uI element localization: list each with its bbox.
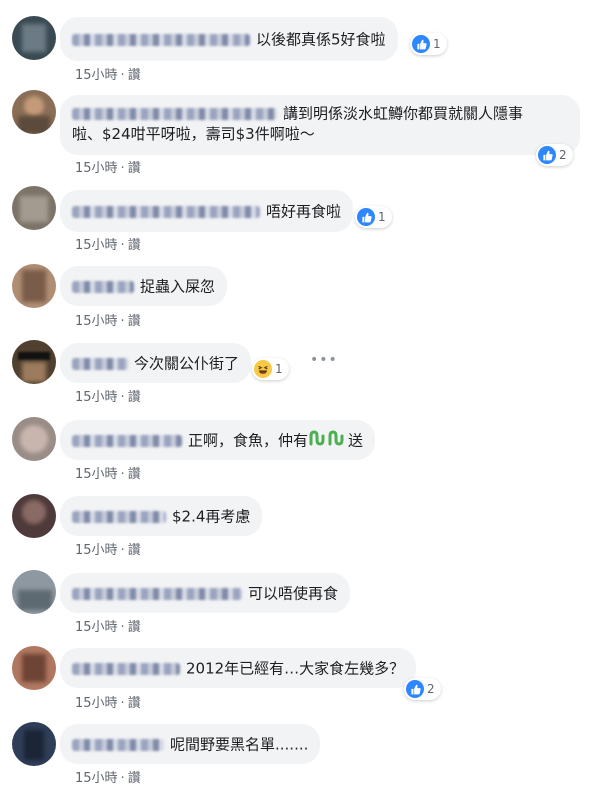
reaction-badge[interactable]: 1 bbox=[252, 358, 289, 380]
more-options-icon[interactable]: ••• bbox=[310, 352, 338, 368]
like-link[interactable]: 讚 bbox=[128, 161, 141, 176]
reaction-badge[interactable]: 2 bbox=[536, 144, 573, 166]
comment-bubble: 呢間野要黑名單....... bbox=[60, 724, 321, 764]
like-link[interactable]: 讚 bbox=[128, 390, 141, 405]
commenter-name[interactable] bbox=[72, 357, 128, 370]
like-link[interactable]: 讚 bbox=[128, 238, 141, 253]
comment-meta: 15小時 · 讚 bbox=[75, 696, 141, 711]
comment-bubble: 以後都真係5好食啦 bbox=[60, 17, 398, 61]
like-link[interactable]: 讚 bbox=[128, 314, 141, 329]
reaction-count: 2 bbox=[427, 682, 435, 696]
commenter-name[interactable] bbox=[72, 510, 166, 523]
timestamp[interactable]: 15小時 bbox=[75, 620, 118, 635]
commenter-name[interactable] bbox=[72, 662, 180, 675]
avatar[interactable] bbox=[12, 264, 56, 308]
avatar[interactable] bbox=[12, 646, 56, 690]
avatar[interactable] bbox=[12, 494, 56, 538]
timestamp[interactable]: 15小時 bbox=[75, 314, 118, 329]
comment-meta: 15小時 · 讚 bbox=[75, 314, 141, 329]
comment-bubble: 可以唔使再食 bbox=[60, 573, 351, 613]
reaction-count: 1 bbox=[275, 362, 283, 376]
reaction-badge[interactable]: 2 bbox=[404, 678, 441, 700]
comment-text: 呢間野要黑名單....... bbox=[170, 735, 309, 754]
comment-meta: 15小時 · 讚 bbox=[75, 771, 141, 786]
comment-meta: 15小時 · 讚 bbox=[75, 390, 141, 405]
comment-meta: 15小時 · 讚 bbox=[75, 543, 141, 558]
reaction-count: 2 bbox=[559, 148, 567, 162]
timestamp[interactable]: 15小時 bbox=[75, 161, 118, 176]
thumbs-up-icon bbox=[412, 35, 430, 53]
comment-meta: 15小時 · 讚 bbox=[75, 620, 141, 635]
like-link[interactable]: 讚 bbox=[128, 467, 141, 482]
commenter-name[interactable] bbox=[72, 738, 164, 751]
commenter-name[interactable] bbox=[72, 434, 182, 447]
comment-text: $2.4再考慮 bbox=[172, 507, 251, 526]
comment-text: 2012年已經有…大家食左幾多？ bbox=[186, 659, 405, 678]
comment-bubble: 2012年已經有…大家食左幾多？ bbox=[60, 648, 417, 688]
comment-text-line1: 講到明係淡水虹鱒你都買就關人隱事 bbox=[283, 104, 524, 123]
commenter-name[interactable] bbox=[72, 205, 260, 218]
comment-text-line2: 啦、$24咁平呀啦，壽司$3件啊啦～ bbox=[72, 124, 315, 143]
laughing-face-icon bbox=[254, 360, 272, 378]
comment-text-after: 送 bbox=[348, 431, 364, 450]
commenter-name[interactable] bbox=[72, 587, 242, 600]
commenter-name[interactable] bbox=[72, 280, 134, 293]
like-link[interactable]: 讚 bbox=[128, 771, 141, 786]
like-link[interactable]: 讚 bbox=[128, 620, 141, 635]
comment-meta: 15小時 · 讚 bbox=[75, 238, 141, 253]
reaction-badge[interactable]: 1 bbox=[355, 206, 392, 228]
avatar[interactable] bbox=[12, 186, 56, 230]
timestamp[interactable]: 15小時 bbox=[75, 467, 118, 482]
comment-text: 以後都真係5好食啦 bbox=[256, 30, 386, 49]
timestamp[interactable]: 15小時 bbox=[75, 771, 118, 786]
like-link[interactable]: 讚 bbox=[128, 543, 141, 558]
comment-text: 可以唔使再食 bbox=[248, 584, 339, 603]
comment-text: 今次關公仆街了 bbox=[134, 354, 240, 373]
commenter-name[interactable] bbox=[72, 33, 250, 46]
comment-bubble: 正啊，食魚，仲有 送 bbox=[60, 420, 376, 460]
avatar[interactable] bbox=[12, 722, 56, 766]
comment-bubble: 唔好再食啦 bbox=[60, 190, 354, 232]
commenter-name[interactable] bbox=[72, 107, 277, 120]
like-link[interactable]: 讚 bbox=[128, 696, 141, 711]
timestamp[interactable]: 15小時 bbox=[75, 238, 118, 253]
timestamp[interactable]: 15小時 bbox=[75, 543, 118, 558]
comment-bubble: 捉蟲入屎忽 bbox=[60, 266, 228, 306]
comment-bubble: $2.4再考慮 bbox=[60, 496, 263, 536]
avatar[interactable] bbox=[12, 570, 56, 614]
comment-meta: 15小時 · 讚 bbox=[75, 467, 141, 482]
worm-emoji-icon bbox=[309, 430, 347, 451]
timestamp[interactable]: 15小時 bbox=[75, 696, 118, 711]
reaction-count: 1 bbox=[433, 37, 441, 51]
like-link[interactable]: 讚 bbox=[128, 68, 141, 83]
thumbs-up-icon bbox=[538, 146, 556, 164]
thumbs-up-icon bbox=[357, 208, 375, 226]
comment-bubble: 今次關公仆街了 bbox=[60, 343, 252, 383]
avatar[interactable] bbox=[12, 340, 56, 384]
comment-text-before: 正啊，食魚，仲有 bbox=[188, 431, 309, 450]
comment-meta: 15小時 · 讚 bbox=[75, 68, 141, 83]
comment-text: 唔好再食啦 bbox=[266, 202, 342, 221]
timestamp[interactable]: 15小時 bbox=[75, 68, 118, 83]
avatar[interactable] bbox=[12, 417, 56, 461]
comment-text: 捉蟲入屎忽 bbox=[140, 277, 216, 296]
comment-bubble: 講到明係淡水虹鱒你都買就關人隱事 啦、$24咁平呀啦，壽司$3件啊啦～ bbox=[60, 95, 580, 155]
avatar[interactable] bbox=[12, 16, 56, 60]
avatar[interactable] bbox=[12, 90, 56, 134]
comment-meta: 15小時 · 讚 bbox=[75, 161, 141, 176]
reaction-count: 1 bbox=[378, 210, 386, 224]
thumbs-up-icon bbox=[406, 680, 424, 698]
timestamp[interactable]: 15小時 bbox=[75, 390, 118, 405]
reaction-badge[interactable]: 1 bbox=[410, 33, 447, 55]
